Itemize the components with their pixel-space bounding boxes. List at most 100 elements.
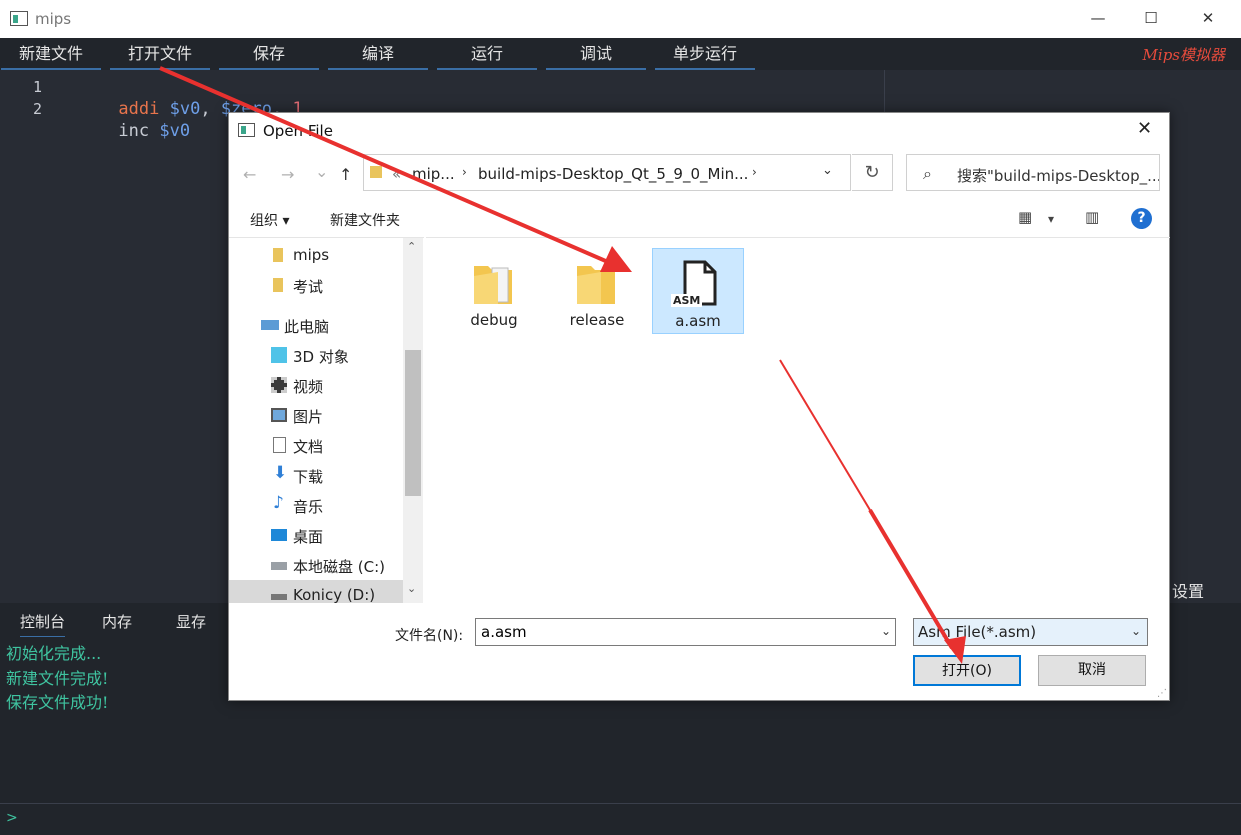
disk-icon (271, 562, 287, 570)
folder-icon (273, 248, 283, 262)
address-segment[interactable]: build-mips-Desktop_Qt_5_9_0_Min... (478, 165, 748, 183)
forward-arrow-icon[interactable]: → (281, 165, 294, 184)
document-icon (273, 437, 286, 453)
filename-input[interactable] (475, 618, 896, 646)
nav-item-label: 本地磁盘 (C:) (293, 558, 385, 576)
nav-item-local-disk-c[interactable]: 本地磁盘 (C:) (229, 550, 403, 580)
open-file-dialog: Open File ✕ ← → ⌄ ↑ « mip... › build-mip… (228, 112, 1170, 701)
nav-item-konicy-d[interactable]: Konicy (D:) (229, 580, 403, 603)
view-mode-icon[interactable]: ▦ (1018, 208, 1032, 226)
nav-item-documents[interactable]: 文档 (229, 430, 403, 460)
nav-item-pictures[interactable]: 图片 (229, 400, 403, 430)
recent-locations-icon[interactable]: ⌄ (315, 162, 328, 181)
nav-item-label: 文档 (293, 438, 324, 456)
search-icon: ⌕ (923, 164, 932, 183)
file-name: debug (470, 311, 518, 329)
view-dropdown-icon[interactable]: ▾ (1048, 212, 1054, 226)
desktop-icon (271, 529, 287, 541)
back-arrow-icon[interactable]: ← (243, 165, 256, 184)
code-token: inc (118, 121, 160, 141)
nav-item-label: 桌面 (293, 528, 324, 546)
nav-item-label: mips (293, 246, 330, 264)
chevron-right-icon[interactable]: › (752, 165, 757, 179)
cube-icon (271, 347, 287, 363)
folder-icon (474, 266, 512, 304)
folder-icon (273, 278, 283, 292)
disk-icon (271, 594, 287, 600)
help-icon[interactable]: ? (1131, 208, 1152, 229)
console-line: 保存文件成功! (6, 693, 109, 712)
tab-console[interactable]: 控制台 (20, 611, 66, 638)
nav-item-this-pc[interactable]: 此电脑 (229, 310, 403, 340)
nav-item-3d-objects[interactable]: 3D 对象 (229, 340, 403, 370)
new-folder-button[interactable]: 新建文件夹 (330, 210, 400, 230)
file-item-a-asm[interactable]: ASM a.asm (652, 248, 744, 334)
prompt-icon: > (6, 810, 18, 826)
navigation-pane: mips 考试 此电脑 3D 对象 视频 图片 文档 ⬇ 下载 ♪ 音乐 桌面 … (229, 237, 424, 603)
code-text: inc $v0 (57, 98, 190, 164)
chevron-down-icon[interactable]: ⌄ (881, 624, 891, 638)
menu-new-file[interactable]: 新建文件 (1, 38, 101, 70)
tab-video-memory[interactable]: 显存 (176, 611, 206, 632)
cancel-button[interactable]: 取消 (1038, 655, 1146, 686)
file-list: debug release ASM a.asm (426, 237, 1170, 603)
file-item-debug[interactable]: debug (448, 248, 540, 334)
file-name: release (569, 311, 625, 329)
menu-compile[interactable]: 编译 (328, 38, 428, 70)
nav-item-downloads[interactable]: ⬇ 下载 (229, 460, 403, 490)
dialog-title: Open File (263, 122, 333, 140)
app-icon (10, 11, 28, 26)
nav-scrollbar[interactable]: ⌃ ⌄ (403, 238, 423, 603)
chevron-down-icon[interactable]: ⌄ (822, 163, 833, 178)
nav-item-label: 下载 (293, 468, 324, 486)
scroll-down-icon[interactable]: ⌄ (407, 582, 416, 595)
menu-open-file[interactable]: 打开文件 (110, 38, 210, 70)
menu-run[interactable]: 运行 (437, 38, 537, 70)
nav-item-desktop[interactable]: 桌面 (229, 520, 403, 550)
search-input[interactable]: ⌕ 搜索"build-mips-Desktop_... (906, 154, 1160, 191)
close-button[interactable]: ✕ (1198, 8, 1218, 28)
open-button[interactable]: 打开(O) (913, 655, 1021, 686)
code-token: , (200, 99, 221, 119)
maximize-button[interactable]: ☐ (1141, 8, 1161, 28)
tab-settings[interactable]: 设置 (1172, 578, 1204, 602)
organize-menu[interactable]: 组织 ▾ (250, 210, 289, 230)
scroll-thumb[interactable] (405, 350, 421, 496)
menu-step-run[interactable]: 单步运行 (655, 38, 755, 70)
console-line: 初始化完成... (6, 644, 102, 663)
dialog-app-icon (238, 123, 255, 137)
tab-memory[interactable]: 内存 (102, 611, 132, 632)
menu-save[interactable]: 保存 (219, 38, 319, 70)
file-item-release[interactable]: release (551, 248, 643, 334)
title-bar: mips — ☐ ✕ (0, 0, 1241, 38)
file-name: a.asm (675, 312, 721, 330)
chevron-right-icon[interactable]: › (462, 165, 467, 179)
up-arrow-icon[interactable]: ↑ (339, 165, 352, 184)
address-segment[interactable]: mip... (412, 165, 455, 183)
filetype-select[interactable]: Asm File(*.asm) (913, 618, 1148, 646)
console-line: 新建文件完成! (6, 669, 109, 688)
brand-label: Mips模拟器 (1142, 46, 1225, 64)
preview-pane-icon[interactable]: ▥ (1085, 208, 1099, 226)
line-number: 1 (32, 78, 42, 96)
menu-debug[interactable]: 调试 (546, 38, 646, 70)
nav-item-mips[interactable]: mips (229, 240, 403, 270)
scroll-up-icon[interactable]: ⌃ (407, 240, 416, 253)
nav-item-exam[interactable]: 考试 (229, 270, 403, 300)
minimize-button[interactable]: — (1088, 8, 1108, 28)
picture-icon (271, 408, 287, 422)
nav-item-music[interactable]: ♪ 音乐 (229, 490, 403, 520)
music-note-icon: ♪ (273, 493, 284, 513)
nav-item-label: Konicy (D:) (293, 586, 376, 603)
menu-bar: 新建文件 打开文件 保存 编译 运行 调试 单步运行 (0, 38, 1241, 70)
refresh-button[interactable]: ↻ (852, 154, 893, 191)
command-input[interactable]: > (0, 803, 1241, 835)
address-bar[interactable]: « mip... › build-mips-Desktop_Qt_5_9_0_M… (363, 154, 851, 191)
line-number: 2 (32, 100, 42, 118)
resize-grip-icon[interactable]: ⋰ (1157, 688, 1167, 699)
nav-item-videos[interactable]: 视频 (229, 370, 403, 400)
dialog-close-button[interactable]: ✕ (1137, 118, 1152, 139)
filename-label: 文件名(N): (395, 628, 464, 644)
address-overflow[interactable]: « (392, 165, 401, 183)
chevron-down-icon[interactable]: ⌄ (1131, 624, 1141, 638)
